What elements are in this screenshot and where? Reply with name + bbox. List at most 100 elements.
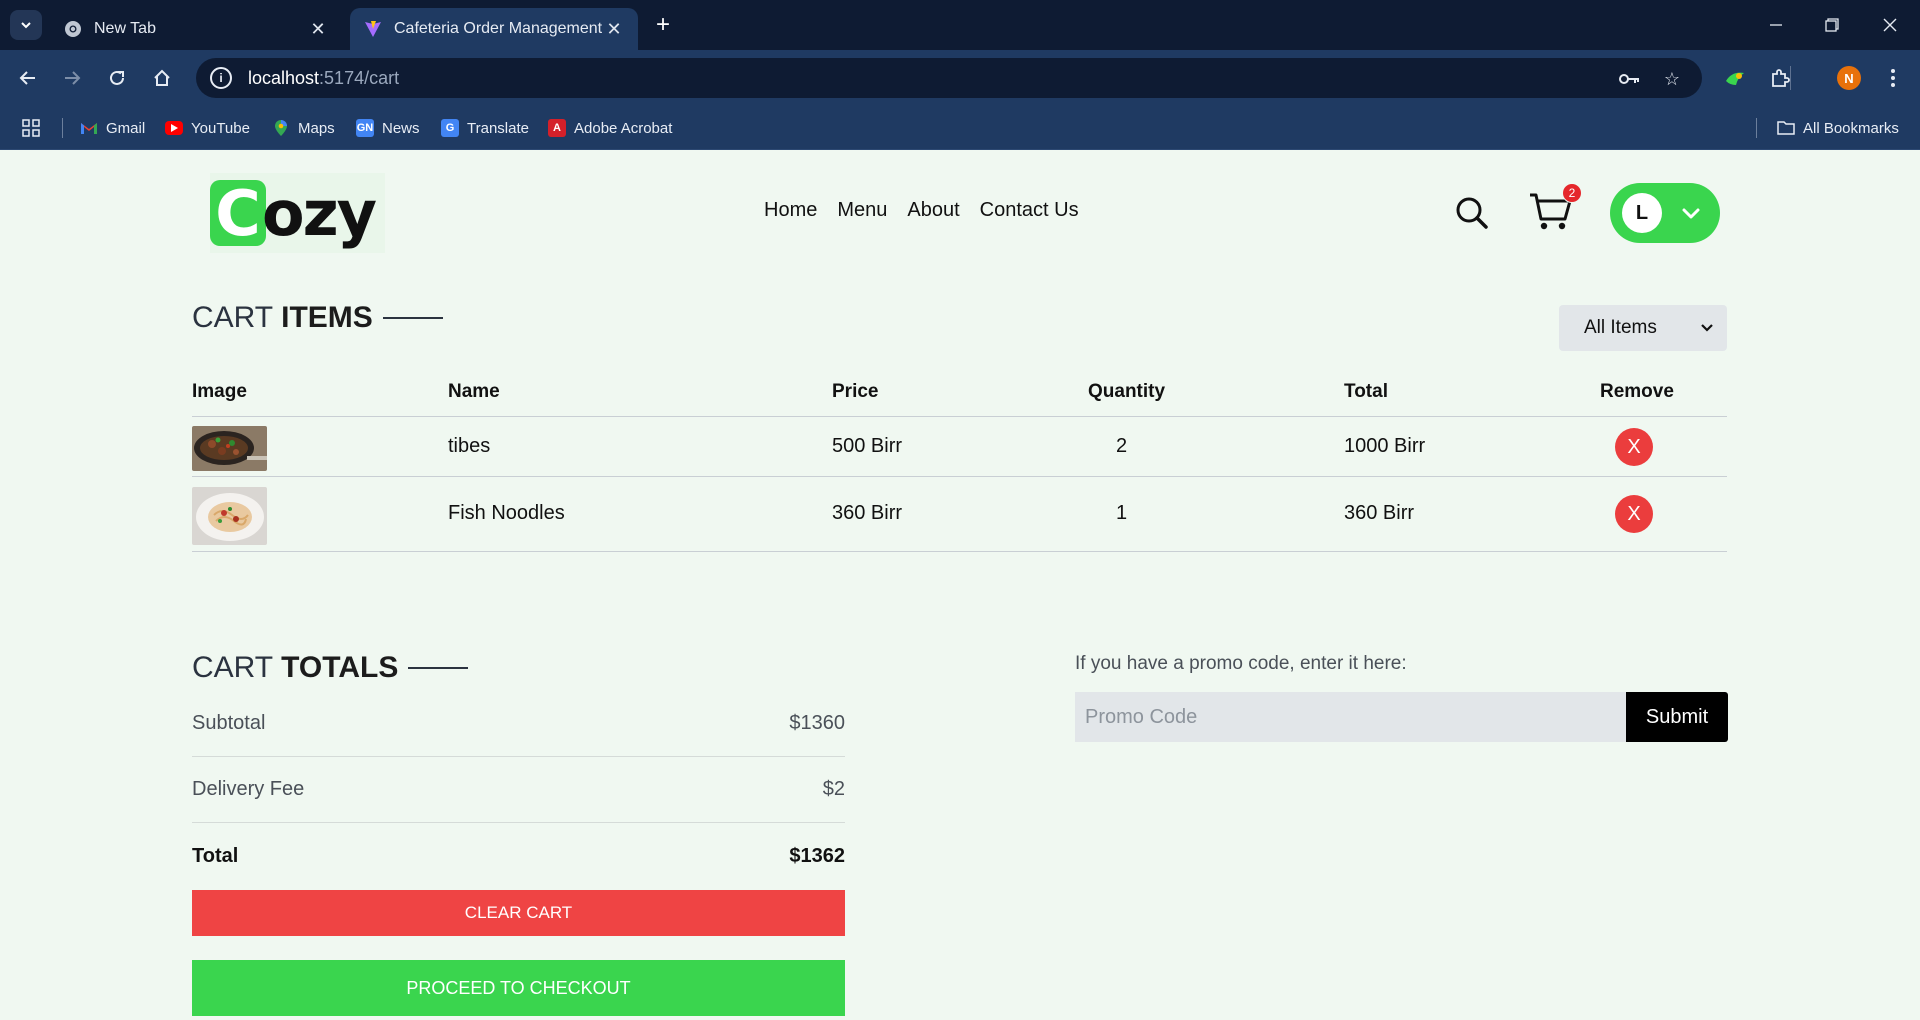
vite-icon [365, 21, 381, 37]
cart-page: C ozy Home Menu About Contact Us 2 L CAR… [0, 151, 1920, 1020]
table-header: Image Name Price Quantity Total Remove [192, 371, 1727, 417]
item-name: tibes [448, 435, 491, 457]
chevron-down-icon [1701, 324, 1713, 332]
bookmark-adobe-acrobat[interactable]: A Adobe Acrobat [548, 117, 672, 139]
header-quantity: Quantity [1088, 381, 1166, 402]
profile-button[interactable]: N [1834, 63, 1864, 93]
main-nav: Home Menu About Contact Us [764, 199, 1079, 222]
bookmark-gmail[interactable]: Gmail [80, 117, 145, 139]
news-icon: GN [356, 119, 374, 137]
clear-cart-button[interactable]: CLEAR CART [192, 890, 845, 936]
home-icon[interactable] [146, 62, 178, 94]
subtotal-value: $1360 [789, 712, 845, 734]
nav-home[interactable]: Home [764, 199, 817, 222]
bookmark-star-icon[interactable]: ☆ [1660, 67, 1684, 91]
kebab-menu-icon[interactable] [1878, 63, 1908, 93]
delivery-fee-value: $2 [822, 778, 845, 800]
remove-item-button[interactable]: X [1615, 428, 1653, 466]
user-avatar: L [1622, 193, 1662, 233]
url-text[interactable]: localhost:5174/cart [248, 68, 399, 89]
chevron-down-icon [1682, 208, 1700, 219]
cart-items-title: CART ITEMS [192, 301, 443, 335]
site-info-icon[interactable]: i [210, 67, 232, 89]
tab-title: Cafeteria Order Management [394, 20, 603, 37]
item-name: Fish Noodles [448, 502, 565, 524]
logo-initial: C [210, 177, 266, 250]
forward-arrow-icon[interactable] [56, 62, 88, 94]
nav-contact-us[interactable]: Contact Us [980, 199, 1079, 222]
header-total: Total [1344, 381, 1388, 402]
logo-text: ozy [262, 176, 377, 250]
bookmark-maps[interactable]: Maps [272, 117, 335, 139]
apps-grid-icon[interactable] [22, 117, 40, 139]
delivery-fee-label: Delivery Fee [192, 778, 305, 800]
item-quantity: 1 [1116, 502, 1128, 524]
all-bookmarks-button[interactable]: All Bookmarks [1777, 117, 1899, 139]
tab-cafeteria[interactable]: Cafeteria Order Management ✕ [350, 8, 638, 50]
user-menu-button[interactable]: L [1610, 183, 1720, 243]
header-image: Image [192, 381, 247, 402]
subtotal-label: Subtotal [192, 712, 266, 734]
item-total: 360 Birr [1344, 502, 1415, 524]
nav-about[interactable]: About [907, 199, 959, 222]
item-quantity: 2 [1116, 435, 1128, 457]
toolbar-divider [1790, 66, 1791, 90]
new-tab-plus-icon[interactable]: + [650, 11, 676, 38]
delivery-fee-row: Delivery Fee $2 [192, 757, 845, 823]
title-rule [382, 317, 443, 319]
food-image-tibes [192, 426, 267, 471]
promo-code-input[interactable] [1075, 692, 1627, 742]
bookmarks-divider [62, 118, 63, 138]
total-value: $1362 [789, 844, 845, 867]
close-window-icon[interactable] [1872, 10, 1908, 40]
cart-count-badge: 2 [1562, 183, 1582, 203]
close-tab-icon[interactable]: ✕ [308, 19, 328, 39]
item-price: 360 Birr [832, 502, 903, 524]
profile-avatar: N [1837, 66, 1861, 90]
chrome-icon [65, 21, 81, 37]
item-price: 500 Birr [832, 435, 903, 457]
translate-icon: G [441, 119, 459, 137]
browser-toolbar: i localhost:5174/cart ☆ N [0, 50, 1920, 106]
password-key-icon[interactable] [1618, 67, 1642, 91]
item-filter-select[interactable]: All Items [1559, 305, 1727, 351]
acrobat-icon: A [548, 119, 566, 137]
search-icon[interactable] [1454, 195, 1490, 231]
bookmarks-divider [1756, 118, 1757, 138]
promo-submit-button[interactable]: Submit [1626, 692, 1728, 742]
bookmark-youtube[interactable]: YouTube [165, 117, 250, 139]
total-row: Total $1362 [192, 823, 845, 889]
tab-title: New Tab [94, 20, 156, 37]
promo-label: If you have a promo code, enter it here: [1075, 653, 1407, 674]
address-bar[interactable]: i localhost:5174/cart ☆ [196, 58, 1702, 98]
total-label: Total [192, 844, 239, 867]
tab-new-tab[interactable]: New Tab ✕ [50, 8, 342, 50]
cart-totals-title: CART TOTALS [192, 651, 469, 685]
header-price: Price [832, 381, 879, 402]
item-total: 1000 Birr [1344, 435, 1426, 457]
header-name: Name [448, 381, 500, 402]
reload-icon[interactable] [101, 62, 133, 94]
restore-icon[interactable] [1814, 10, 1850, 40]
bookmarks-bar: Gmail YouTube Maps GN News G Translate A… [0, 106, 1920, 150]
food-image-fish-noodles [192, 487, 267, 545]
cart-table: Image Name Price Quantity Total Remove t… [192, 371, 1727, 552]
gmail-icon [80, 119, 98, 137]
back-arrow-icon[interactable] [12, 62, 44, 94]
bookmark-translate[interactable]: G Translate [441, 117, 529, 139]
subtotal-row: Subtotal $1360 [192, 691, 845, 757]
cozy-logo[interactable]: C ozy [210, 173, 385, 253]
youtube-icon [165, 121, 183, 135]
table-row: Fish Noodles 360 Birr 1 360 Birr X [192, 477, 1727, 552]
chevron-down-icon [21, 22, 31, 29]
bookmark-news[interactable]: GN News [356, 117, 420, 139]
close-tab-icon[interactable]: ✕ [604, 19, 624, 39]
tab-search-button[interactable] [10, 10, 42, 40]
nav-menu[interactable]: Menu [837, 199, 887, 222]
proceed-to-checkout-button[interactable]: PROCEED TO CHECKOUT [192, 960, 845, 1016]
remove-item-button[interactable]: X [1615, 495, 1653, 533]
header-remove: Remove [1600, 381, 1674, 402]
extension-colorful-icon[interactable] [1720, 63, 1750, 93]
browser-tabstrip: New Tab ✕ Cafeteria Order Management ✕ + [0, 0, 1920, 50]
minimize-icon[interactable] [1758, 10, 1794, 40]
